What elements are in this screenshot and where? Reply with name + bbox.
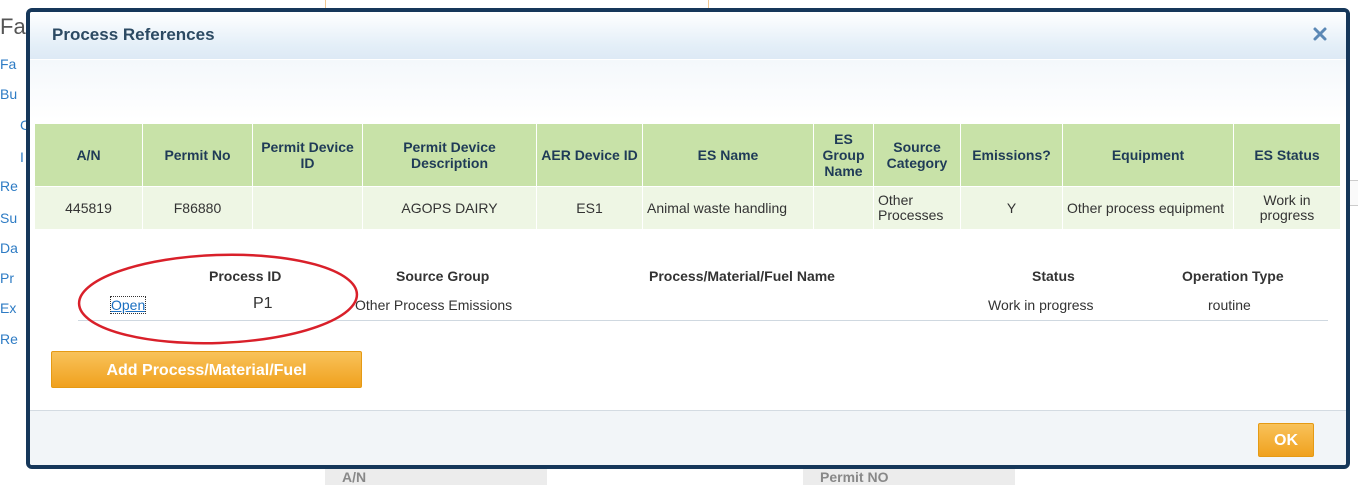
process-id-value: P1 bbox=[253, 295, 273, 312]
background-link[interactable]: Fa bbox=[0, 56, 16, 72]
column-header: ES Status bbox=[1233, 123, 1341, 187]
close-icon[interactable] bbox=[1312, 26, 1328, 42]
table-cell-es-name: Animal waste handling bbox=[642, 186, 814, 230]
table-cell-equipment: Other process equipment bbox=[1062, 186, 1234, 230]
table-cell-permit-device-id bbox=[252, 186, 363, 230]
column-header: A/N bbox=[34, 123, 143, 187]
dialog-title: Process References bbox=[52, 25, 215, 44]
column-header: Permit No bbox=[142, 123, 253, 187]
column-header: Permit Device ID bbox=[252, 123, 363, 187]
column-header: ES Group Name bbox=[813, 123, 874, 187]
table-cell-emissions: Y bbox=[960, 186, 1063, 230]
open-process-link[interactable]: Open bbox=[109, 296, 147, 314]
dialog-toolbar-area bbox=[30, 60, 1346, 120]
column-header-process-name: Process/Material/Fuel Name bbox=[649, 268, 835, 284]
table-cell-aer-device-id: ES1 bbox=[536, 186, 643, 230]
table-cell-es-group-name bbox=[813, 186, 874, 230]
column-header: AER Device ID bbox=[536, 123, 643, 187]
background-link[interactable]: Re bbox=[0, 178, 18, 194]
operation-type-value: routine bbox=[1208, 297, 1251, 313]
background-link[interactable]: Su bbox=[0, 210, 17, 226]
ok-button[interactable]: OK bbox=[1258, 423, 1314, 457]
background-link[interactable]: Ex bbox=[0, 300, 16, 316]
table-cell-an: 445819 bbox=[34, 186, 143, 230]
table-row: 445819 F86880 AGOPS DAIRY ES1 Animal was… bbox=[34, 186, 1341, 230]
table-row: Open P1 Other Process Emissions Work in … bbox=[78, 290, 1328, 321]
column-header: ES Name bbox=[642, 123, 814, 187]
process-references-dialog: Process References A/N Permit No Permit … bbox=[26, 8, 1350, 469]
table-cell-permit-no: F86880 bbox=[142, 186, 253, 230]
add-process-material-fuel-button[interactable]: Add Process/Material/Fuel bbox=[51, 351, 362, 388]
background-heading: Fa bbox=[0, 14, 26, 39]
column-header: Permit Device Description bbox=[362, 123, 537, 187]
column-header-source-group: Source Group bbox=[396, 268, 490, 284]
table-cell-device-description: AGOPS DAIRY bbox=[362, 186, 537, 230]
column-header-operation-type: Operation Type bbox=[1182, 268, 1284, 284]
dialog-footer bbox=[30, 411, 1346, 465]
process-table: Process ID Source Group Process/Material… bbox=[78, 260, 1328, 322]
column-header-process-id: Process ID bbox=[209, 268, 282, 284]
background-link[interactable]: Bu bbox=[0, 86, 17, 102]
column-header: Equipment bbox=[1062, 123, 1234, 187]
emission-source-table: A/N Permit No Permit Device ID Permit De… bbox=[34, 123, 1341, 230]
column-header: Emissions? bbox=[960, 123, 1063, 187]
status-value: Work in progress bbox=[988, 297, 1094, 313]
column-header: Source Category bbox=[873, 123, 961, 187]
background-link[interactable]: Re bbox=[0, 331, 18, 347]
background-link[interactable]: Da bbox=[0, 240, 18, 256]
table-cell-source-category: Other Processes bbox=[873, 186, 961, 230]
table-cell-es-status: Work in progress bbox=[1233, 186, 1341, 230]
background-link[interactable]: Pr bbox=[0, 270, 14, 286]
dialog-header: Process References bbox=[30, 12, 1346, 59]
background-link[interactable]: I bbox=[20, 149, 24, 165]
table-header-row: A/N Permit No Permit Device ID Permit De… bbox=[34, 123, 1341, 187]
source-group-value: Other Process Emissions bbox=[355, 297, 513, 313]
column-header-status: Status bbox=[1032, 268, 1075, 284]
